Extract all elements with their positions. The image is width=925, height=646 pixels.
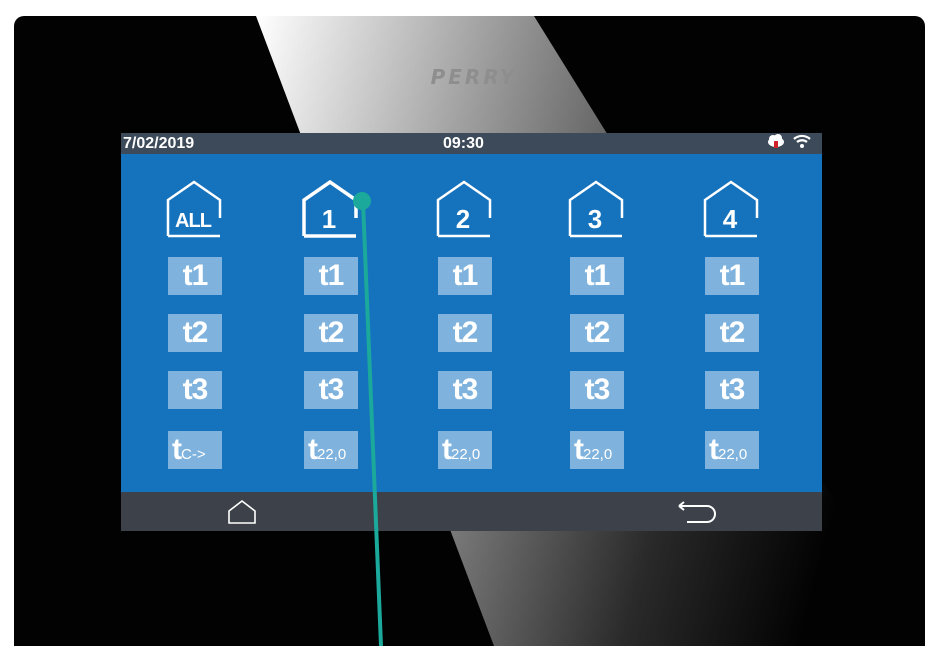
temperature-tile-label: t (709, 433, 719, 466)
program-tile-t1[interactable]: t1 (705, 257, 759, 295)
program-tile-t2[interactable]: t2 (705, 314, 759, 352)
program-tile-t1[interactable]: t1 (168, 257, 222, 295)
zone-3-button[interactable]: 3 (568, 180, 628, 238)
zone-1-button[interactable]: 1 (302, 180, 362, 238)
zone-4-button[interactable]: 4 (703, 180, 763, 238)
program-tile-t3[interactable]: t3 (570, 371, 624, 409)
zone-column-4: 4 t1 t2 t3 t22,0 (703, 154, 763, 492)
zone-grid: ALL t1 t2 t3 tC-> 1 t1 t2 t3 t22,0 2 t1 … (121, 154, 822, 509)
zone-column-3: 3 t1 t2 t3 t22,0 (568, 154, 628, 492)
program-tile-t2[interactable]: t2 (438, 314, 492, 352)
program-tile-t2[interactable]: t2 (304, 314, 358, 352)
temperature-value: 22,0 (317, 446, 347, 463)
brand-logo: PERRY (430, 65, 518, 89)
status-time: 09:30 (443, 135, 484, 152)
status-date: 7/02/2019 (123, 135, 195, 152)
zone-label: 2 (455, 204, 471, 234)
zone-column-1: 1 t1 t2 t3 t22,0 (302, 154, 362, 492)
program-tile-t1[interactable]: t1 (438, 257, 492, 295)
touch-screen: 7/02/2019 09:30 ALL t1 t2 t3 tC-> 1 t1 t… (121, 133, 822, 531)
program-tile-t3[interactable]: t3 (705, 371, 759, 409)
zone-column-all: ALL t1 t2 t3 tC-> (166, 154, 226, 492)
zone-2-button[interactable]: 2 (436, 180, 496, 238)
mode-tile-sub: C-> (181, 446, 206, 463)
program-tile-t1[interactable]: t1 (570, 257, 624, 295)
nav-bar (121, 492, 822, 531)
temperature-value: 22,0 (583, 446, 613, 463)
wifi-icon (792, 133, 812, 155)
back-button[interactable] (669, 492, 729, 531)
temperature-value: 22,0 (718, 446, 748, 463)
program-tile-t2[interactable]: t2 (168, 314, 222, 352)
temperature-tile[interactable]: t22,0 (438, 431, 492, 469)
zone-label: 1 (321, 204, 337, 234)
mode-tile-label: t (172, 433, 182, 466)
temperature-tile-label: t (308, 433, 318, 466)
temperature-tile-label: t (442, 433, 452, 466)
temperature-tile[interactable]: t22,0 (705, 431, 759, 469)
mode-tile[interactable]: tC-> (168, 431, 222, 469)
temperature-tile-label: t (574, 433, 584, 466)
cloud-alert-icon (766, 133, 786, 155)
home-icon (228, 499, 256, 524)
program-tile-t3[interactable]: t3 (304, 371, 358, 409)
temperature-value: 22,0 (451, 446, 481, 463)
zone-label: 4 (722, 204, 738, 234)
back-arrow-icon (678, 501, 716, 523)
temperature-tile[interactable]: t22,0 (570, 431, 624, 469)
zone-label: ALL (175, 210, 212, 232)
zone-all-button[interactable]: ALL (166, 180, 226, 238)
status-bar: 7/02/2019 09:30 (121, 133, 822, 154)
home-button[interactable] (213, 492, 273, 531)
program-tile-t1[interactable]: t1 (304, 257, 358, 295)
temperature-tile[interactable]: t22,0 (304, 431, 358, 469)
program-tile-t3[interactable]: t3 (438, 371, 492, 409)
zone-label: 3 (587, 204, 603, 234)
program-tile-t3[interactable]: t3 (168, 371, 222, 409)
program-tile-t2[interactable]: t2 (570, 314, 624, 352)
status-icons (766, 133, 812, 155)
zone-column-2: 2 t1 t2 t3 t22,0 (436, 154, 496, 492)
